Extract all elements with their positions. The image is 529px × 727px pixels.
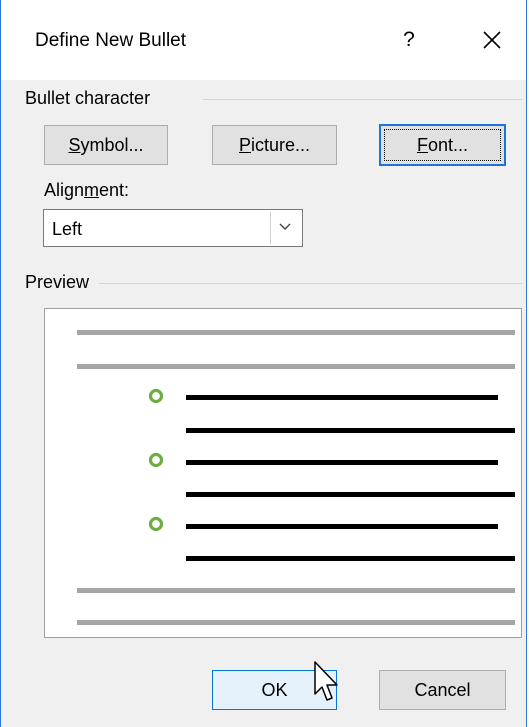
close-icon <box>483 31 501 49</box>
preview-gray-line-top-2 <box>77 364 515 369</box>
help-button-label: ? <box>403 28 415 51</box>
font-button[interactable]: Font... <box>379 124 506 166</box>
cancel-button[interactable]: Cancel <box>379 670 506 710</box>
close-button[interactable] <box>471 22 513 58</box>
bullet-1 <box>148 388 164 404</box>
define-new-bullet-dialog: Define New Bullet ? Bullet character Sym… <box>0 0 527 727</box>
title-bar[interactable]: Define New Bullet ? <box>1 0 526 80</box>
bullet-character-divider <box>203 99 523 100</box>
preview-bullet-line-2b <box>186 492 515 497</box>
preview-gray-line-bottom-1 <box>77 588 515 593</box>
preview-drawing <box>77 330 515 625</box>
picture-button[interactable]: Picture... <box>212 125 337 165</box>
mouse-cursor-icon <box>314 661 338 701</box>
help-button[interactable]: ? <box>389 22 429 58</box>
preview-bullet-line-3a <box>186 524 498 529</box>
preview-bullet-line-1b <box>186 428 515 433</box>
symbol-button[interactable]: Symbol... <box>44 125 168 165</box>
dialog-title: Define New Bullet <box>35 30 187 51</box>
bullet-2 <box>148 452 164 468</box>
alignment-dropdown-button[interactable] <box>270 212 300 244</box>
bullet-character-group-label: Bullet character <box>25 88 151 108</box>
alignment-selected-value: Left <box>52 219 83 239</box>
alignment-accesskey: m <box>84 180 100 200</box>
symbol-button-accesskey: S <box>68 135 81 155</box>
preview-divider <box>99 283 523 284</box>
chevron-down-icon <box>279 223 291 230</box>
preview-gray-line-top-1 <box>77 330 515 335</box>
focus-rectangle <box>384 129 501 161</box>
preview-gray-line-bottom-2 <box>77 620 515 625</box>
alignment-label: Alignment: <box>44 180 130 200</box>
preview-group-label: Preview <box>25 272 90 292</box>
preview-pane <box>44 308 522 638</box>
alignment-select[interactable]: Left <box>43 209 303 247</box>
picture-button-accesskey: P <box>238 135 251 155</box>
preview-bullet-line-2a <box>186 460 498 465</box>
preview-bullet-line-1a <box>186 395 498 400</box>
bullet-3 <box>148 516 164 532</box>
preview-bullet-line-3b <box>186 556 515 561</box>
